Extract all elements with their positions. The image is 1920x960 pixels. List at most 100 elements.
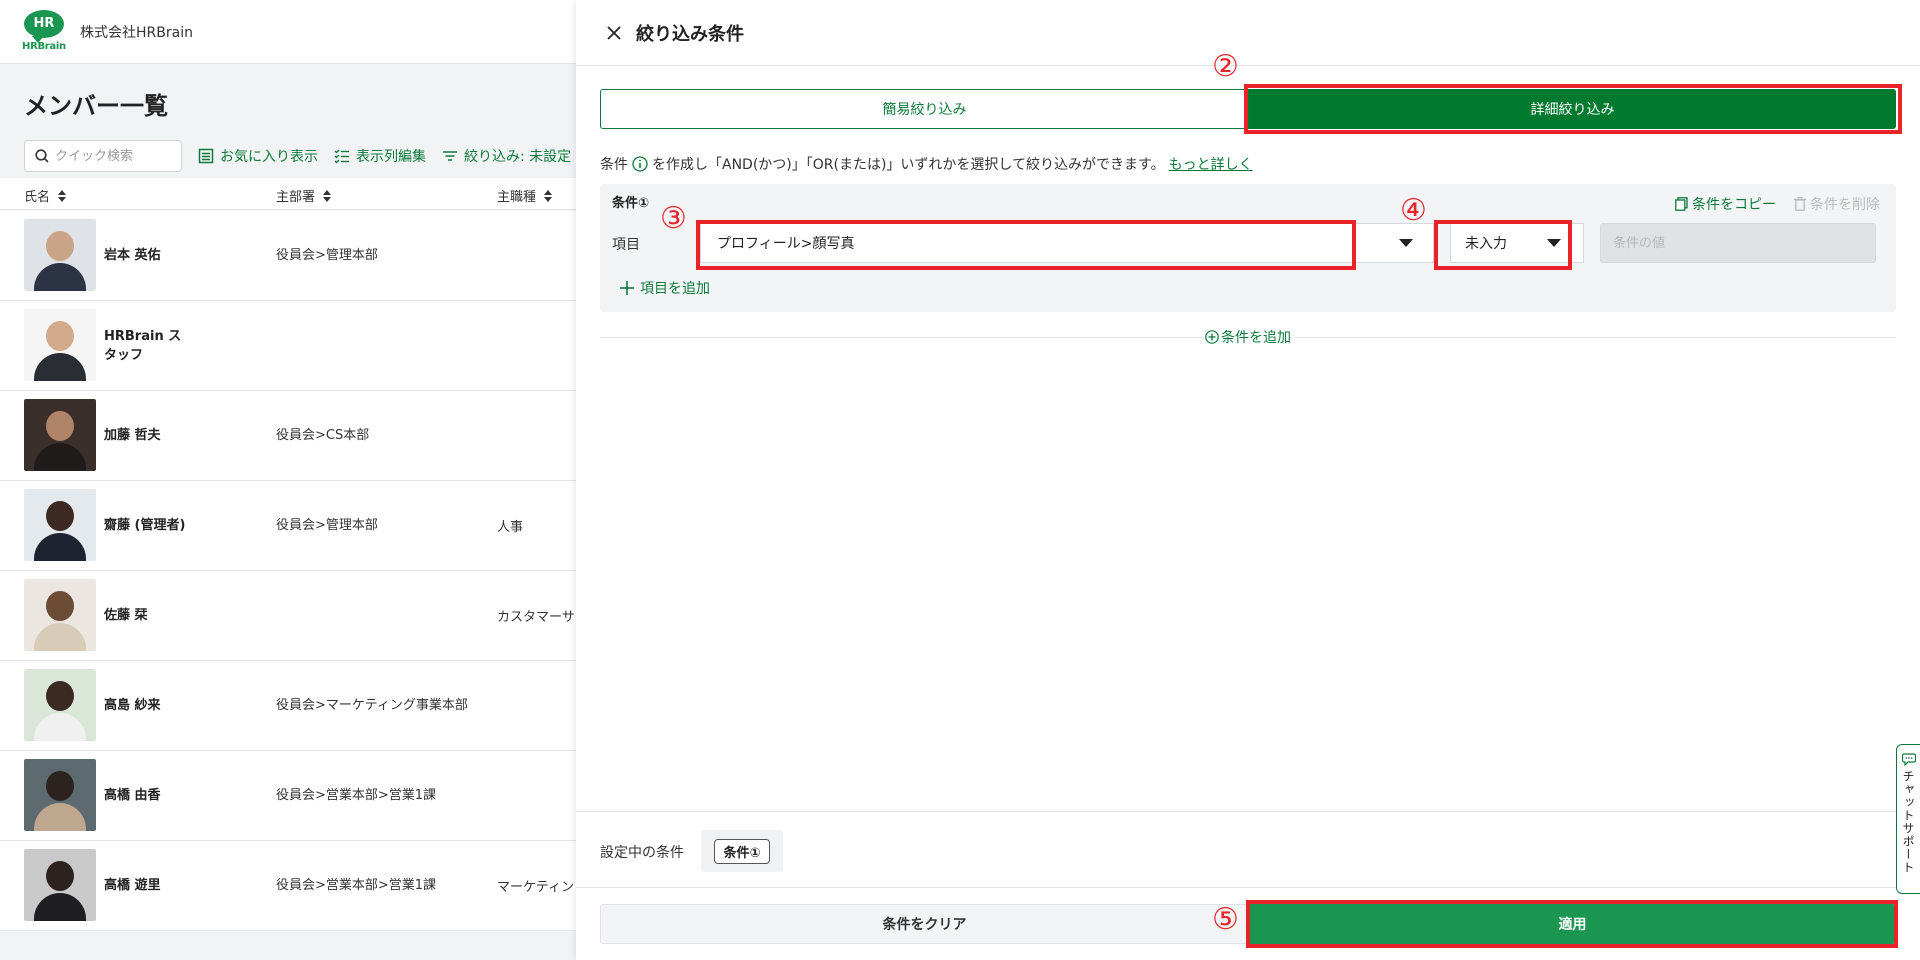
member-dept: 役員会>管理本部 (276, 248, 378, 263)
add-condition-row: 条件を追加 (600, 324, 1896, 352)
annotation-number-5: ⑤ (1212, 902, 1239, 937)
delete-condition-label: 条件を削除 (1810, 197, 1880, 213)
favorites-button[interactable]: お気に入り表示 (198, 146, 318, 166)
chevron-down-icon (1399, 239, 1413, 247)
hint-prefix: 条件 (600, 157, 628, 173)
chat-support-tab[interactable]: チャットサポート (1896, 744, 1920, 894)
table-row[interactable]: 高橋 由香 役員会>営業本部>営業1課 (0, 751, 576, 841)
condition-chip[interactable]: 条件① (714, 838, 770, 864)
hint-body: を作成し「AND(かつ)」「OR(または)」いずれかを選択して絞り込みができます… (652, 157, 1165, 173)
chevron-down-icon (1547, 239, 1561, 247)
add-item-button[interactable]: 項目を追加 (620, 278, 710, 298)
column-header-job[interactable]: 主職種 (497, 186, 553, 205)
sort-icon (58, 189, 67, 202)
page-title: メンバー一覧 (24, 92, 168, 120)
table-row[interactable]: 高島 紗来 役員会>マーケティング事業本部 (0, 661, 576, 751)
favorites-label: お気に入り表示 (220, 149, 318, 165)
column-header-name[interactable]: 氏名 (24, 186, 67, 205)
column-header-dept[interactable]: 主部署 (276, 186, 332, 205)
field-label: 項目 (612, 237, 640, 253)
delete-condition-button: 条件を削除 (1794, 194, 1880, 214)
apply-button[interactable]: 適用 (1249, 904, 1896, 944)
avatar (24, 489, 96, 561)
current-conditions-label: 設定中の条件 (600, 845, 684, 861)
column-header-label: 主職種 (497, 190, 537, 205)
column-header-label: 氏名 (24, 190, 51, 205)
edit-columns-button[interactable]: 表示列編集 (334, 146, 426, 166)
tab-simple-filter[interactable]: 簡易絞り込み (600, 89, 1249, 129)
avatar (24, 399, 96, 471)
member-job: カスタマーサ (497, 610, 575, 625)
condition-actions: 条件をコピー 条件を削除 (1675, 194, 1880, 214)
clear-conditions-button[interactable]: 条件をクリア (600, 904, 1249, 944)
avatar (24, 309, 96, 381)
table-row[interactable]: 佐藤 栞 カスタマーサ (0, 571, 576, 661)
drawer-title: 絞り込み条件 (636, 23, 744, 45)
annotation-number-3: ③ (660, 201, 687, 236)
member-dept: 役員会>管理本部 (276, 518, 378, 533)
member-dept: 役員会>営業本部>営業1課 (276, 878, 437, 893)
table-header: 氏名 主部署 主職種 (0, 178, 576, 210)
top-header: HR HRBrain 株式会社HRBrain (0, 0, 576, 64)
condition-chip-wrap: 条件① (701, 830, 783, 872)
member-name: 齋藤 (管理者) (104, 518, 186, 533)
table-row[interactable]: 加藤 哲夫 役員会>CS本部 (0, 391, 576, 481)
quick-search[interactable] (24, 140, 182, 172)
condition-block: 条件① 条件をコピー 条件を削除 項目 プロフィール>顔写真 未入力 項目を追加 (600, 184, 1896, 312)
table-row[interactable]: 岩本 英佑 役員会>管理本部 (0, 211, 576, 301)
table-row[interactable]: 齋藤 (管理者) 役員会>管理本部 人事 (0, 481, 576, 571)
drawer-footer: 条件をクリア 適用 (600, 904, 1896, 944)
current-conditions: 設定中の条件 条件① (576, 811, 1920, 888)
trash-icon (1794, 197, 1806, 211)
search-icon (35, 149, 49, 163)
chat-icon (1901, 753, 1916, 766)
member-list-page: HR HRBrain 株式会社HRBrain メンバー一覧 お気に入り表示 表示… (0, 0, 576, 960)
plus-circle-icon (1205, 330, 1219, 344)
copy-icon (1675, 197, 1688, 211)
tab-detailed-filter[interactable]: 詳細絞り込み (1249, 89, 1896, 129)
member-name: 加藤 哲夫 (104, 428, 161, 443)
sort-icon (323, 189, 332, 202)
table-row[interactable]: HRBrain スタッフ (0, 301, 576, 391)
copy-condition-button[interactable]: 条件をコピー (1675, 194, 1776, 214)
hrbrain-logo[interactable]: HR HRBrain (22, 9, 66, 54)
annotation-number-4: ④ (1400, 193, 1427, 228)
filter-label: 絞り込み: 未設定 (464, 149, 572, 165)
member-job: 人事 (497, 520, 524, 535)
info-icon[interactable] (632, 156, 648, 172)
member-name: 佐藤 栞 (104, 608, 148, 623)
list-toolbar: お気に入り表示 表示列編集 絞り込み: 未設定 (24, 140, 576, 172)
field-select[interactable]: プロフィール>顔写真 (700, 223, 1434, 263)
filter-drawer: 絞り込み条件 簡易絞り込み 詳細絞り込み 条件 を作成し「AND(かつ)」「OR… (576, 0, 1920, 960)
member-name: 岩本 英佑 (104, 248, 161, 263)
quick-search-input[interactable] (55, 148, 165, 164)
member-job: マーケティン (497, 880, 574, 895)
operator-select-value: 未入力 (1465, 236, 1507, 252)
add-item-label: 項目を追加 (640, 281, 710, 297)
list-icon (198, 148, 214, 164)
table-row[interactable]: 高橋 遊里 役員会>営業本部>営業1課 マーケティン (0, 841, 576, 931)
column-header-label: 主部署 (276, 190, 316, 205)
avatar (24, 669, 96, 741)
chat-support-label: チャットサポート (1901, 770, 1915, 874)
add-condition-button[interactable]: 条件を追加 (1201, 327, 1295, 347)
member-dept (276, 571, 476, 660)
learn-more-link[interactable]: もっと詳しく (1169, 154, 1253, 174)
company-name: 株式会社HRBrain (80, 24, 193, 41)
filter-button[interactable]: 絞り込み: 未設定 (442, 146, 571, 166)
member-name: HRBrain スタッフ (104, 328, 182, 363)
drawer-header: 絞り込み条件 (576, 0, 1920, 66)
field-select-value: プロフィール>顔写真 (717, 236, 855, 252)
member-job (497, 751, 576, 840)
annotation-number-2: ② (1212, 49, 1239, 84)
member-name: 高橋 由香 (104, 788, 161, 803)
filter-mode-tabs: 簡易絞り込み 詳細絞り込み (600, 89, 1896, 129)
checklist-icon (334, 149, 349, 164)
close-icon[interactable] (606, 25, 622, 41)
member-job (497, 391, 576, 480)
add-condition-label: 条件を追加 (1221, 330, 1291, 346)
sort-icon (544, 189, 553, 202)
edit-columns-label: 表示列編集 (356, 149, 426, 165)
operator-select[interactable]: 未入力 (1450, 223, 1584, 263)
member-dept (276, 301, 476, 390)
